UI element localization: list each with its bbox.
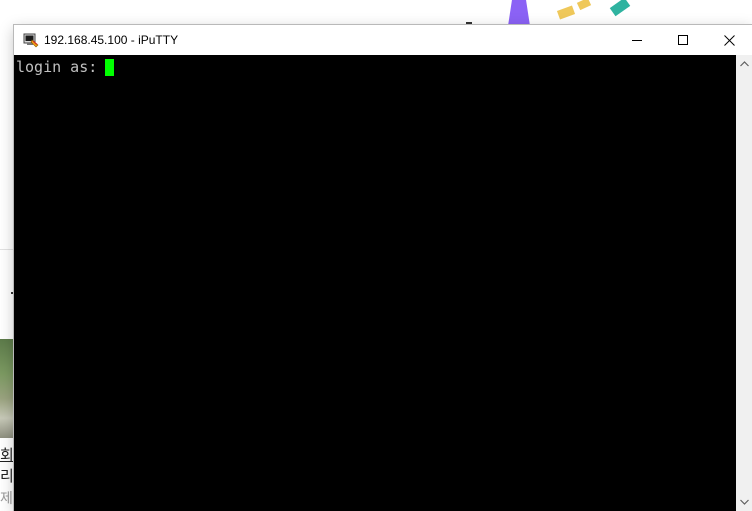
scroll-down-button[interactable] <box>736 494 752 510</box>
confetti-decoration <box>508 0 530 26</box>
background-thumbnail-image <box>0 339 15 438</box>
close-button[interactable] <box>706 25 752 55</box>
minimize-icon <box>632 40 642 41</box>
maximize-button[interactable] <box>660 25 706 55</box>
login-prompt: login as: <box>16 58 98 76</box>
terminal-line: login as: <box>16 58 115 76</box>
background-divider <box>0 249 15 250</box>
minimize-button[interactable] <box>614 25 660 55</box>
background-text-fragment: 회 <box>0 446 14 464</box>
window-titlebar[interactable]: 192.168.45.100 - iPuTTY <box>14 25 752 55</box>
background-text-fragment: 제 <box>0 491 13 507</box>
putty-icon[interactable] <box>23 32 39 48</box>
confetti-decoration <box>556 5 576 20</box>
putty-window[interactable]: 192.168.45.100 - iPuTTY login as: <box>14 25 752 511</box>
maximize-icon <box>678 35 688 45</box>
scroll-down-arrow-icon <box>739 499 749 505</box>
vertical-scrollbar[interactable] <box>736 55 752 511</box>
terminal-area[interactable]: login as: <box>14 55 736 511</box>
window-title: 192.168.45.100 - iPuTTY <box>44 33 179 47</box>
confetti-decoration <box>576 0 592 11</box>
background-text-fragment: 리 <box>0 467 14 485</box>
close-icon <box>723 34 735 46</box>
confetti-decoration <box>609 0 631 17</box>
scroll-up-arrow-icon <box>739 61 749 67</box>
terminal-cursor <box>105 58 115 76</box>
scroll-up-button[interactable] <box>736 56 752 72</box>
